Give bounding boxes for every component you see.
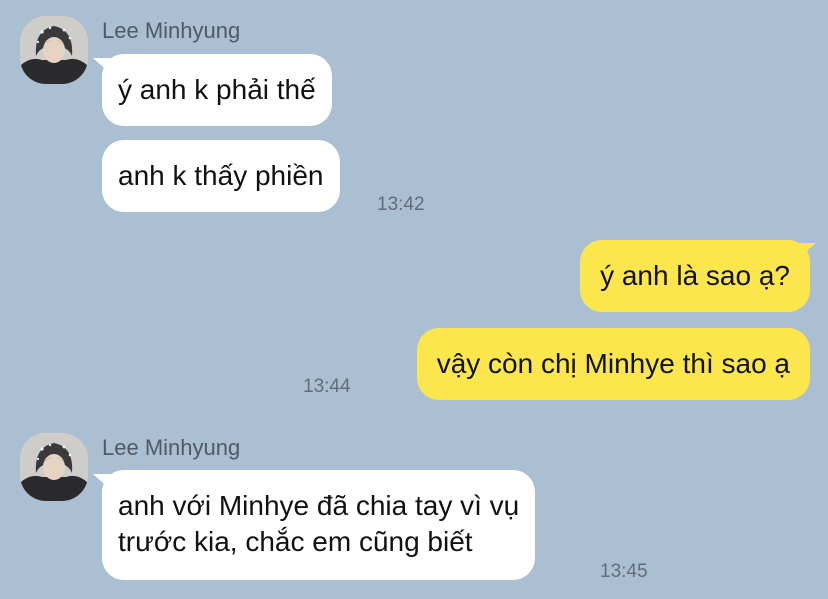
sender-avatar[interactable] (20, 16, 88, 84)
message-bubble[interactable]: vậy còn chị Minhye thì sao ạ (416, 328, 810, 400)
sender-name: Lee Minhyung (102, 18, 241, 43)
message-bubble[interactable]: ý anh k phải thế (102, 54, 332, 126)
message-bubble[interactable]: anh k thấy phiền (102, 140, 340, 212)
message-bubble[interactable]: ý anh là sao ạ? (580, 240, 810, 312)
message-bubble[interactable]: anh với Minhye đã chia tay vì vụ trước k… (102, 470, 536, 580)
sender-name: Lee Minhyung (102, 435, 241, 460)
message-timestamp: 13:42 (377, 194, 425, 215)
message-timestamp: 13:45 (600, 561, 648, 582)
sender-avatar[interactable] (20, 433, 88, 501)
avatar-photo-icon (20, 433, 88, 501)
avatar-photo-icon (20, 16, 88, 84)
message-timestamp: 13:44 (303, 376, 351, 397)
